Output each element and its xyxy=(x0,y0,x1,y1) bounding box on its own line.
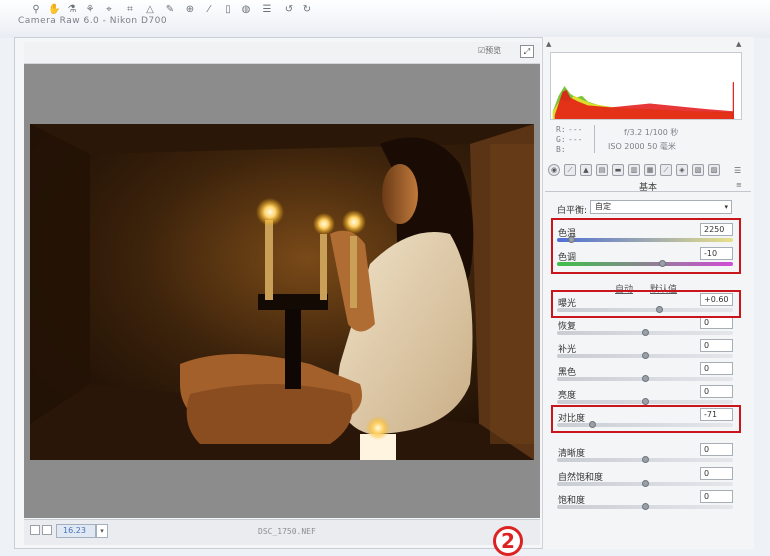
r-label: R: xyxy=(556,125,566,134)
camera-raw-window: Camera Raw 6.0 - Nikon D700 ⚲ ✋ ⚗ ⚘ ⌖ ⌗ … xyxy=(0,0,770,556)
adjustment-brush-tool-icon[interactable]: ⁄ xyxy=(203,4,215,16)
hsl-tab-icon[interactable]: ▤ xyxy=(596,164,608,176)
white-balance-value: 自定 xyxy=(595,202,611,211)
window-title: Camera Raw 6.0 - Nikon D700 xyxy=(18,16,168,26)
detail-tab-icon[interactable]: ▲ xyxy=(580,164,592,176)
split-toning-tab-icon[interactable]: ▬ xyxy=(612,164,624,176)
panel-menu-icon[interactable]: ☰ xyxy=(734,166,741,175)
saturation-slider-thumb[interactable] xyxy=(641,503,649,510)
g-value: --- xyxy=(568,135,583,144)
crop-tool-icon[interactable]: ⌗ xyxy=(124,4,136,16)
zoom-level-field[interactable]: 16.23 xyxy=(56,524,96,538)
b-label: B: xyxy=(556,145,566,154)
preview-photo xyxy=(30,124,534,460)
white-balance-label: 白平衡: xyxy=(557,206,588,216)
saturation-value-field[interactable]: 0 xyxy=(700,490,733,503)
blacks-value-field[interactable]: 0 xyxy=(700,362,733,375)
highlight-box-wb xyxy=(551,218,741,274)
clarity-slider-thumb[interactable] xyxy=(641,456,649,463)
color-sampler-tool-icon[interactable]: ⚘ xyxy=(84,4,96,16)
zoom-out-button[interactable] xyxy=(30,525,40,535)
rotate-cw-icon[interactable]: ↻ xyxy=(301,4,313,16)
presets-tab-icon[interactable]: ◈ xyxy=(676,164,688,176)
preview-label: 预览 xyxy=(485,46,502,55)
highlight-box-contrast xyxy=(551,405,741,433)
preview-checkbox[interactable]: ☑预览 xyxy=(478,45,501,56)
recovery-slider-thumb[interactable] xyxy=(641,329,649,336)
list-icon[interactable]: ☰ xyxy=(261,4,273,16)
camera-info: R: --- G: --- B: f/3.2 1/100 秒 ISO 2000 … xyxy=(550,125,744,157)
step-badge: 2 xyxy=(493,526,523,556)
zoom-tool-icon[interactable]: ⚲ xyxy=(30,4,42,16)
clarity-value-field[interactable]: 0 xyxy=(700,443,733,456)
brightness-value-field[interactable]: 0 xyxy=(700,385,733,398)
blacks-slider-thumb[interactable] xyxy=(641,375,649,382)
camera-calibration-tab-icon[interactable]: ⟋ xyxy=(660,164,672,176)
spot-removal-tool-icon[interactable]: ✎ xyxy=(164,4,176,16)
fill-value-field[interactable]: 0 xyxy=(700,339,733,352)
preferences-icon[interactable]: ◍ xyxy=(240,4,252,16)
rotate-ccw-icon[interactable]: ↺ xyxy=(283,4,295,16)
zoom-dropdown[interactable]: ▾ xyxy=(96,524,108,538)
brightness-slider-thumb[interactable] xyxy=(641,398,649,405)
camera-settings-tab-icon[interactable]: ▨ xyxy=(708,164,720,176)
vibrance-value-field[interactable]: 0 xyxy=(700,467,733,480)
histogram xyxy=(550,52,742,120)
r-value: --- xyxy=(568,125,583,134)
hand-tool-icon[interactable]: ✋ xyxy=(48,4,60,16)
basic-tab-icon[interactable]: ◉ xyxy=(548,164,560,176)
red-eye-tool-icon[interactable]: ⊕ xyxy=(184,4,196,16)
file-name: DSC_1750.NEF xyxy=(258,527,316,536)
fill-slider-thumb[interactable] xyxy=(641,352,649,359)
g-label: G: xyxy=(556,135,566,144)
highlight-clip-icon[interactable]: ▲ xyxy=(736,40,741,48)
white-balance-tool-icon[interactable]: ⚗ xyxy=(66,4,78,16)
graduated-filter-tool-icon[interactable]: ▯ xyxy=(222,4,234,16)
target-adjustment-tool-icon[interactable]: ⌖ xyxy=(103,4,115,16)
title-bar: Camera Raw 6.0 - Nikon D700 xyxy=(0,0,770,38)
lens-tab-icon[interactable]: ▥ xyxy=(628,164,640,176)
fullscreen-button[interactable]: ⤢ xyxy=(520,45,534,58)
toolbar xyxy=(24,42,540,64)
section-menu-icon[interactable]: ≡ xyxy=(736,181,742,189)
tone-curve-tab-icon[interactable]: ⟋ xyxy=(564,164,576,176)
white-balance-select[interactable]: 自定 ▾ xyxy=(590,200,732,214)
iso-lens: ISO 2000 50 毫米 xyxy=(608,142,676,151)
highlight-box-exposure xyxy=(551,290,741,318)
info-divider xyxy=(594,125,595,153)
straighten-tool-icon[interactable]: △ xyxy=(144,4,156,16)
effects-tab-icon[interactable]: ▦ xyxy=(644,164,656,176)
chevron-down-icon: ▾ xyxy=(724,203,728,211)
shadow-clip-icon[interactable]: ▲ xyxy=(546,40,551,48)
zoom-in-button[interactable] xyxy=(42,525,52,535)
snapshots-tab-icon[interactable]: ▧ xyxy=(692,164,704,176)
section-title: 基本 xyxy=(545,180,751,193)
vibrance-slider-thumb[interactable] xyxy=(641,480,649,487)
aperture-shutter: f/3.2 1/100 秒 xyxy=(624,128,679,137)
